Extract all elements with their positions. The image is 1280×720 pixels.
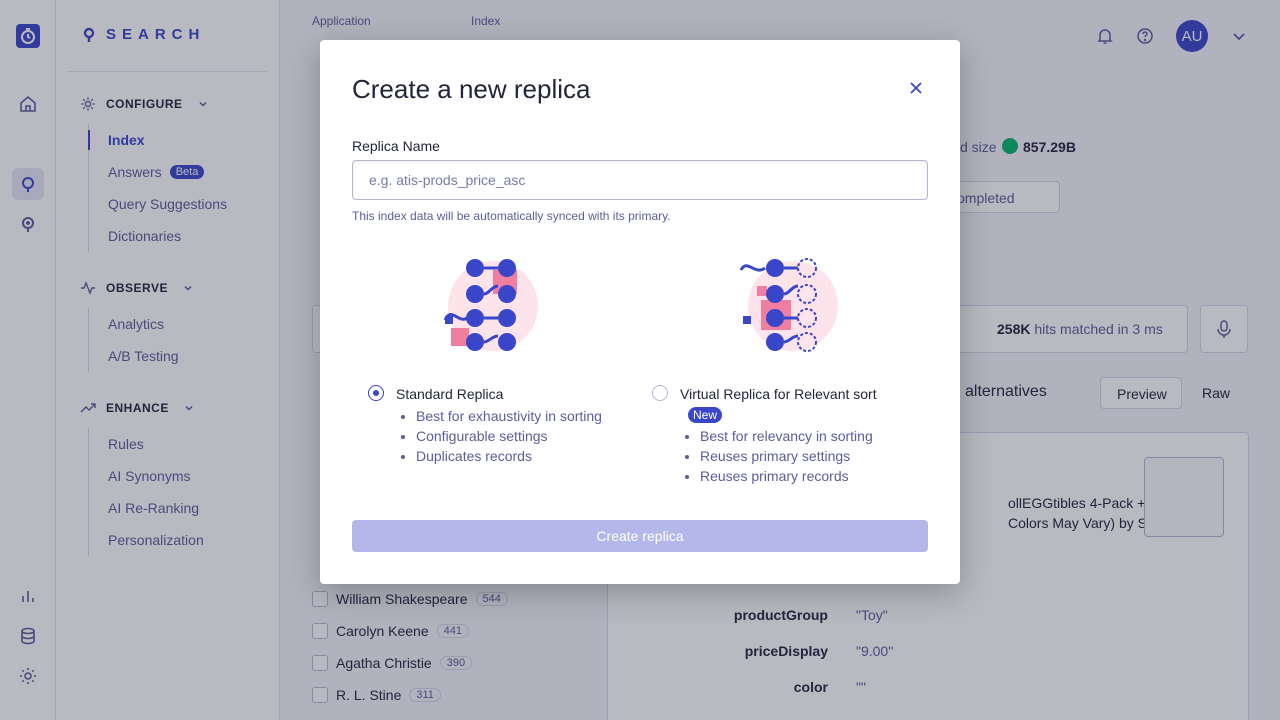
feature-item: Reuses primary settings (700, 446, 873, 466)
feature-item: Reuses primary records (700, 466, 873, 486)
option-label: Standard Replica (396, 386, 504, 402)
standard-replica-radio[interactable] (368, 385, 384, 401)
close-button[interactable] (906, 78, 926, 98)
create-replica-dialog: Create a new replica Replica Name This i… (320, 40, 960, 584)
create-replica-button[interactable]: Create replica (352, 520, 928, 552)
virtual-replica-illustration (739, 258, 838, 352)
feature-item: Best for relevancy in sorting (700, 426, 873, 446)
dialog-title: Create a new replica (352, 74, 591, 104)
replica-name-label: Replica Name (352, 138, 440, 154)
virtual-replica-radio[interactable] (652, 385, 668, 401)
feature-item: Duplicates records (416, 446, 602, 466)
option-features: Best for exhaustivity in sorting Configu… (416, 406, 602, 466)
standard-replica-illustration (443, 259, 538, 351)
feature-item: Configurable settings (416, 426, 602, 446)
option-label: Virtual Replica for Relevant sort (680, 386, 877, 402)
replica-name-help: This index data will be automatically sy… (352, 209, 671, 223)
option-features: Best for relevancy in sorting Reuses pri… (700, 426, 873, 486)
close-icon (910, 82, 922, 94)
new-badge: New (688, 407, 723, 423)
feature-item: Best for exhaustivity in sorting (416, 406, 602, 426)
replica-name-input[interactable] (352, 160, 928, 200)
